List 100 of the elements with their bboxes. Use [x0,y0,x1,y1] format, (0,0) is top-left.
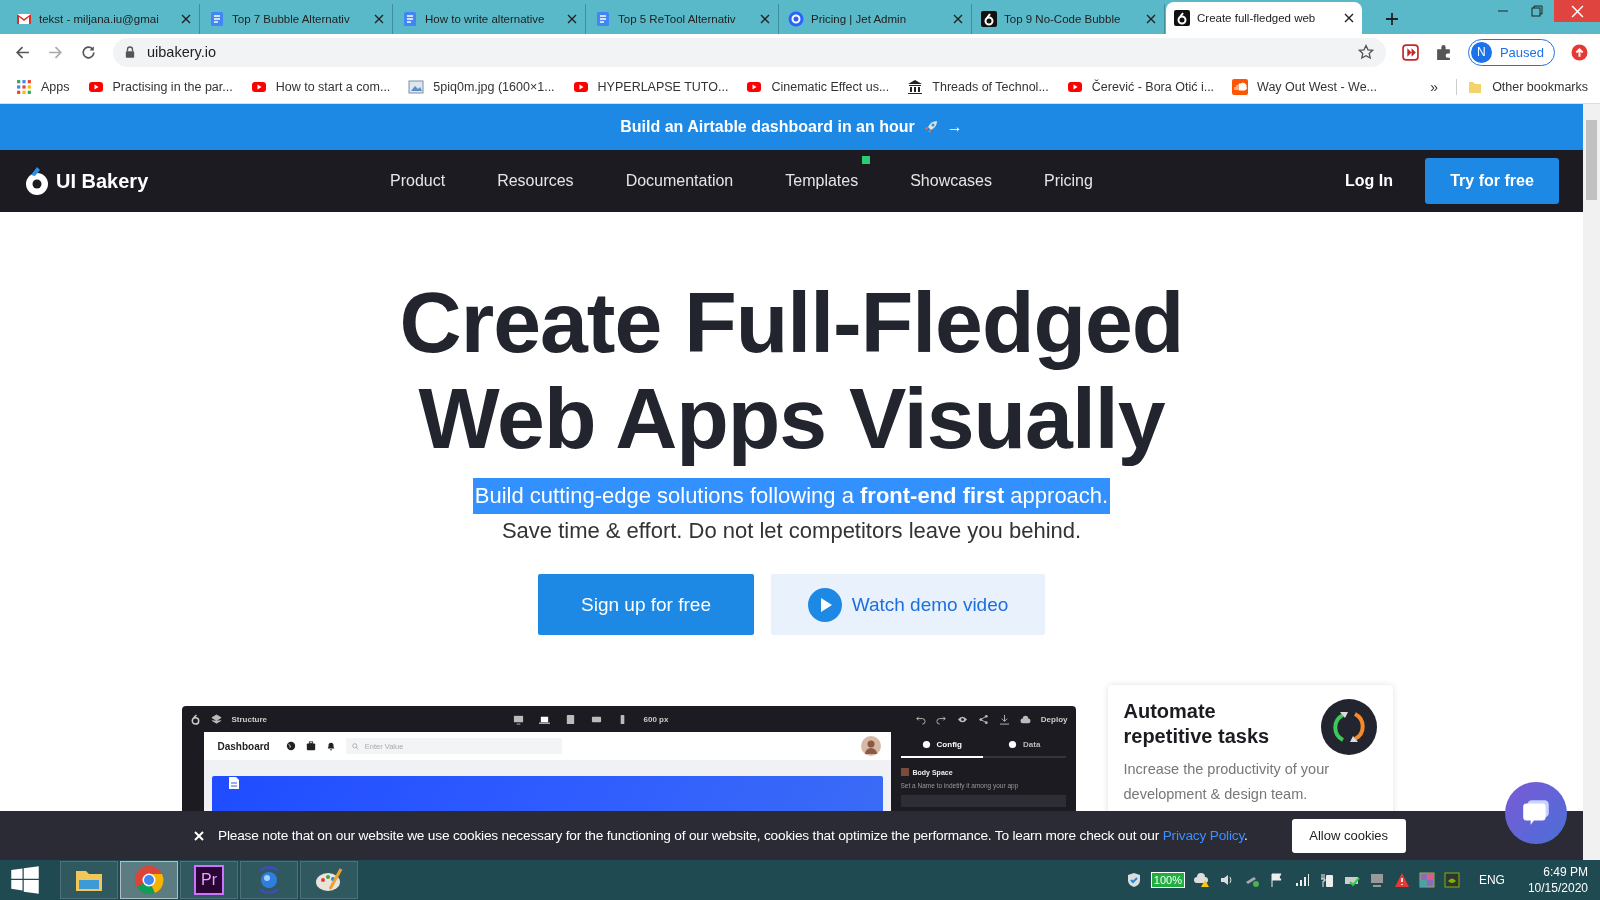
hero-tagline: Save time & effort. Do not let competitors leave you behind. [501,518,1082,544]
puzzle-icon[interactable] [1434,43,1452,61]
close-icon[interactable] [181,14,191,24]
download-icon [998,713,1010,725]
close-icon[interactable] [1146,14,1156,24]
update-icon[interactable] [1571,43,1588,61]
close-icon[interactable] [953,14,963,24]
close-icon [1570,4,1584,18]
nav-link[interactable]: Templates [759,150,885,212]
cloud-warning-icon[interactable] [1193,872,1210,888]
browser-tab[interactable]: Top 5 ReTool Alternativ [587,4,779,34]
bookmark[interactable]: Cinematic Effect us... [746,78,890,95]
cookie-notice: Please note that on our website we use cookies necessary for the functioning of our website, cookies that optimize the performance. To learn more check out our Privacy Policy. [218,828,1248,843]
hero-subtitle: Build cutting-edge solutions following a front-end first approach. [472,478,1111,514]
taskbar-app[interactable] [300,861,358,899]
flag-icon[interactable] [1268,872,1285,888]
signup-button[interactable]: Sign up for free [538,574,754,635]
warning-icon[interactable] [1393,872,1410,888]
signal-icon[interactable] [1293,872,1310,888]
desktop-icon [513,713,525,725]
demo-video-button[interactable]: Watch demo video [771,574,1045,635]
bookmark[interactable]: How to start a com... [250,78,391,95]
close-icon[interactable] [1344,13,1354,23]
hero-title: Create Full-Fledged [399,274,1184,370]
close-icon[interactable] [567,14,577,24]
cloud-icon [1019,713,1031,725]
bookmark[interactable]: Threads of Technol... [907,78,1049,95]
restore-icon[interactable] [1531,5,1543,17]
image-icon [408,78,425,95]
tab-icon [921,739,931,749]
layers-icon [210,713,222,725]
nav-link[interactable]: Resources [471,150,600,212]
logo-icon [1174,10,1190,26]
browser-tab[interactable]: Create full-fledged web [1166,2,1362,34]
document-icon [209,11,225,27]
bookmark[interactable]: Apps [16,78,70,95]
mail-icon [16,11,32,27]
color-grid-icon[interactable] [1418,872,1435,888]
arrow-text: → [946,118,963,136]
bookmark[interactable]: Practising in the par... [87,78,233,95]
try-free-button[interactable]: Try for free [1425,158,1559,204]
logo-icon [189,713,201,725]
building-icon [907,78,924,95]
taskbar-app[interactable] [60,861,118,899]
logo-icon [981,11,997,27]
browser-tab[interactable]: Top 9 No-Code Bubble [973,4,1165,34]
nav-link[interactable]: Pricing [1018,150,1119,212]
apps-grid-icon [16,78,32,95]
nav-link[interactable]: Showcases [884,150,1018,212]
bookmark[interactable]: HYPERLAPSE TUTO... [572,78,729,95]
bookmark[interactable]: Way Out West - We... [1232,78,1377,95]
feature-title: Automate repetitive tasks [1123,699,1271,749]
gpu-icon[interactable] [1443,872,1460,888]
add-icon[interactable] [1385,12,1399,26]
swirl-icon [788,11,804,27]
hero-title: Web Apps Visually [418,370,1165,466]
allow-cookies-button[interactable]: Allow cookies [1291,818,1406,853]
document-icon [402,11,418,27]
structure-label: Structure [231,714,268,724]
more-bookmarks-button[interactable]: » [1430,78,1439,95]
tab-icon [1008,739,1018,749]
shield-icon[interactable] [1125,872,1142,888]
speaker-icon[interactable] [1218,872,1235,888]
clock[interactable]: 6:49 PM 10/15/2020 [1527,864,1588,896]
power-icon[interactable] [1318,872,1335,888]
taskbar-app[interactable] [120,861,178,899]
bookmark-folder[interactable]: Other bookmarks [1456,78,1588,95]
dashboard-title: Dashboard [217,740,270,752]
briefcase-icon [305,741,316,751]
browser-tab[interactable]: tekst - miljana.iu@gmai [8,4,200,34]
document-icon [595,11,611,27]
language-indicator[interactable]: ENG [1478,873,1505,887]
width-label: 600 px [643,714,669,724]
close-icon[interactable] [374,14,384,24]
bookmark[interactable]: Čerević - Bora Otić i... [1066,78,1215,95]
site-logo[interactable]: UI Bakery [24,166,364,196]
windows-start-icon[interactable] [10,865,40,895]
promo-text: Build an Airtable dashboard in an hour [620,118,915,136]
browser-icon [134,865,164,895]
taskbar-app[interactable]: Pr [180,861,238,899]
address-bar[interactable]: uibakery.io [113,37,1386,67]
extension-icon[interactable] [1401,43,1419,61]
bookmark[interactable]: 5piq0m.jpg (1600×1... [408,78,555,95]
reload-icon[interactable] [80,43,97,61]
nav-link[interactable]: Product [364,150,472,212]
browser-tab[interactable]: How to write alternative [394,4,586,34]
feature-description: Increase the productivity of your development & design team. [1123,760,1331,804]
refresh-icon [1320,699,1377,755]
close-icon[interactable] [760,14,770,24]
monitor-icon[interactable] [1368,872,1385,888]
browser-tab[interactable]: Top 7 Bubble Alternativ [201,4,393,34]
nav-link[interactable]: Documentation [599,150,760,212]
login-link[interactable]: Log In [1345,172,1393,190]
globe-icon [285,741,296,751]
browser-tab[interactable]: Pricing | Jet Admin [780,4,972,34]
color-swatch [900,768,909,776]
promo-banner[interactable]: Build an Airtable dashboard in an hour → [0,104,1583,150]
close-button[interactable] [1554,0,1600,22]
deploy-label: Deploy [1040,714,1068,724]
scrollbar[interactable] [1583,104,1600,860]
